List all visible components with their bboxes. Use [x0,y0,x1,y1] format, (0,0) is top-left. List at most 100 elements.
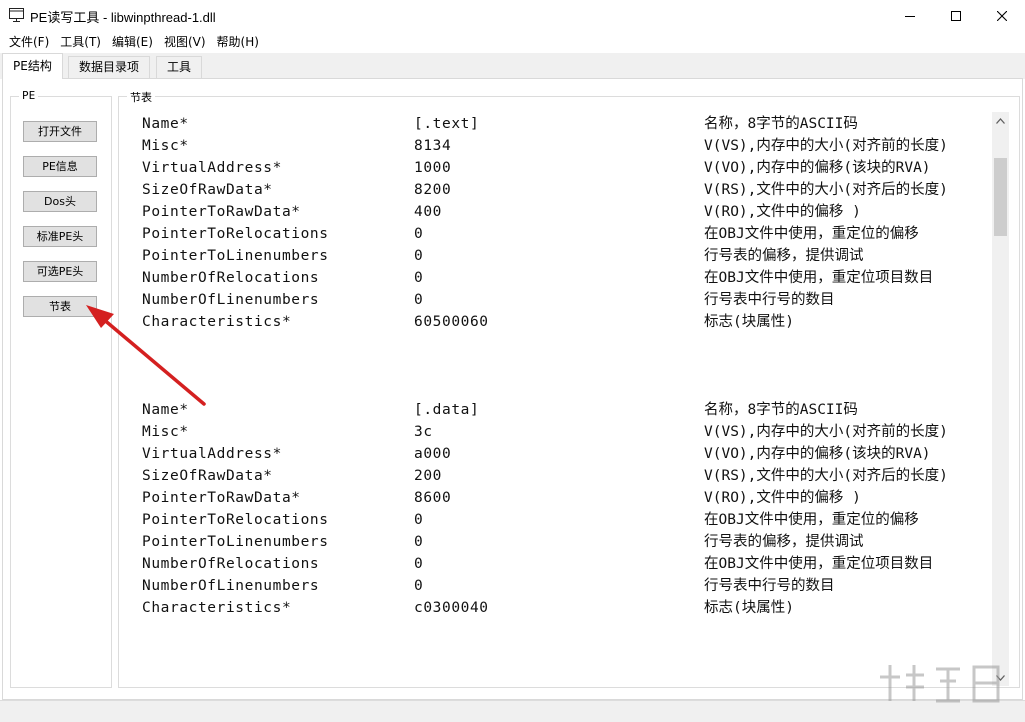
section-table-text-area[interactable]: Name* [.text] 名称，8字节的ASCII码 Misc* 8134 V(VS)… [120,104,992,684]
table-row: NumberOfRelocations 0 在OBJ文件中使用，重定位项目数目 [120,267,992,289]
field-name: NumberOfLinenumbers [142,292,320,308]
menu-edit[interactable]: 编辑(E) [107,31,158,53]
field-value: 0 [414,292,424,308]
field-value: 3c [414,424,433,440]
title-bar: PE读写工具 - libwinpthread-1.dll [0,0,1025,31]
field-value: 0 [414,534,424,550]
pe-info-button[interactable]: PE信息 [23,156,97,177]
menu-bar: 文件(F) 工具(T) 编辑(E) 视图(V) 帮助(H) [0,31,1025,53]
vertical-scrollbar[interactable] [992,112,1009,686]
field-name: SizeOfRawData* [142,182,273,198]
field-desc: V(RS),文件中的大小(对齐后的长度) [704,182,948,198]
maximize-icon [951,10,961,21]
optional-pe-header-button[interactable]: 可选PE头 [23,261,97,282]
tab-data-directory[interactable]: 数据目录项 [68,56,151,79]
table-row: PointerToRawData* 8600 V(RO),文件中的偏移 ) [120,487,992,509]
field-desc: 标志(块属性) [704,314,794,330]
table-row: VirtualAddress* 1000 V(VO),内存中的偏移(该块的RVA) [120,157,992,179]
field-name: VirtualAddress* [142,446,282,462]
field-name: NumberOfRelocations [142,556,320,572]
field-value: 0 [414,248,424,264]
field-name: Name* [142,402,189,418]
field-desc: 在OBJ文件中使用，重定位的偏移 [704,226,919,242]
field-value: 60500060 [414,314,489,330]
standard-pe-header-button[interactable]: 标准PE头 [23,226,97,247]
field-name: PointerToRelocations [142,226,329,242]
field-value: a000 [414,446,452,462]
field-value: c0300040 [414,600,489,616]
field-name: PointerToRawData* [142,204,301,220]
table-row: Characteristics* 60500060 标志(块属性) [120,311,992,333]
table-row: Name* [.text] 名称，8字节的ASCII码 [120,113,992,135]
table-row: PointerToLinenumbers 0 行号表的偏移，提供调试 [120,531,992,553]
field-value: 0 [414,270,424,286]
menu-tools[interactable]: 工具(T) [55,31,106,53]
close-button[interactable] [979,0,1025,31]
minimize-icon [905,15,915,17]
watermark-logo [880,665,1000,703]
close-icon [997,10,1007,21]
field-desc: V(VS),内存中的大小(对齐前的长度) [704,138,948,154]
field-name: PointerToLinenumbers [142,248,329,264]
open-file-button[interactable]: 打开文件 [23,121,97,142]
scroll-up-button[interactable] [992,112,1009,129]
table-row: VirtualAddress* a000 V(VO),内存中的偏移(该块的RVA) [120,443,992,465]
field-name: PointerToLinenumbers [142,534,329,550]
table-row: PointerToLinenumbers 0 行号表的偏移，提供调试 [120,245,992,267]
field-name: SizeOfRawData* [142,468,273,484]
field-desc: V(RO),文件中的偏移 ) [704,490,861,506]
field-name: Misc* [142,424,189,440]
field-desc: 行号表中行号的数目 [704,578,835,594]
field-desc: 标志(块属性) [704,600,794,616]
window-app-icon [9,8,24,22]
field-value: 0 [414,512,424,528]
section-table-button[interactable]: 节表 [23,296,97,317]
table-row: Misc* 3c V(VS),内存中的大小(对齐前的长度) [120,421,992,443]
table-row: Misc* 8134 V(VS),内存中的大小(对齐前的长度) [120,135,992,157]
field-desc: 在OBJ文件中使用，重定位项目数目 [704,270,934,286]
field-name: Misc* [142,138,189,154]
menu-view[interactable]: 视图(V) [159,31,211,53]
tab-strip: PE结构 数据目录项 工具 [0,53,1025,79]
menu-help[interactable]: 帮助(H) [212,31,264,53]
field-name: Characteristics* [142,314,292,330]
pe-group-box: PE [10,89,112,688]
field-name: NumberOfRelocations [142,270,320,286]
field-desc: V(RS),文件中的大小(对齐后的长度) [704,468,948,484]
table-row: Name* [.data] 名称，8字节的ASCII码 [120,399,992,421]
field-value: 8134 [414,138,452,154]
maximize-button[interactable] [933,0,979,31]
field-name: Name* [142,116,189,132]
minimize-button[interactable] [887,0,933,31]
field-name: VirtualAddress* [142,160,282,176]
field-value: 1000 [414,160,452,176]
field-value: [.text] [414,116,480,132]
table-row: PointerToRelocations 0 在OBJ文件中使用，重定位的偏移 [120,509,992,531]
section-table-legend: 节表 [127,89,155,105]
field-name: Characteristics* [142,600,292,616]
field-value: 0 [414,556,424,572]
field-name: PointerToRelocations [142,512,329,528]
field-desc: 在OBJ文件中使用，重定位的偏移 [704,512,919,528]
dos-header-button[interactable]: Dos头 [23,191,97,212]
field-value: 0 [414,226,424,242]
field-desc: V(VO),内存中的偏移(该块的RVA) [704,160,931,176]
scroll-thumb[interactable] [994,158,1007,236]
field-desc: V(RO),文件中的偏移 ) [704,204,861,220]
tab-pe-structure[interactable]: PE结构 [2,53,63,79]
table-row: SizeOfRawData* 200 V(RS),文件中的大小(对齐后的长度) [120,465,992,487]
field-name: PointerToRawData* [142,490,301,506]
table-row: PointerToRawData* 400 V(RO),文件中的偏移 ) [120,201,992,223]
field-desc: 行号表的偏移，提供调试 [704,248,864,264]
field-desc: V(VO),内存中的偏移(该块的RVA) [704,446,931,462]
field-desc: 名称，8字节的ASCII码 [704,116,858,132]
pe-group-legend: PE [19,89,39,102]
chevron-up-icon [996,117,1005,124]
field-value: 8200 [414,182,452,198]
field-value: 8600 [414,490,452,506]
field-desc: 名称，8字节的ASCII码 [704,402,858,418]
field-value: 200 [414,468,442,484]
menu-file[interactable]: 文件(F) [4,31,54,53]
tab-tools[interactable]: 工具 [156,56,203,79]
field-desc: V(VS),内存中的大小(对齐前的长度) [704,424,948,440]
